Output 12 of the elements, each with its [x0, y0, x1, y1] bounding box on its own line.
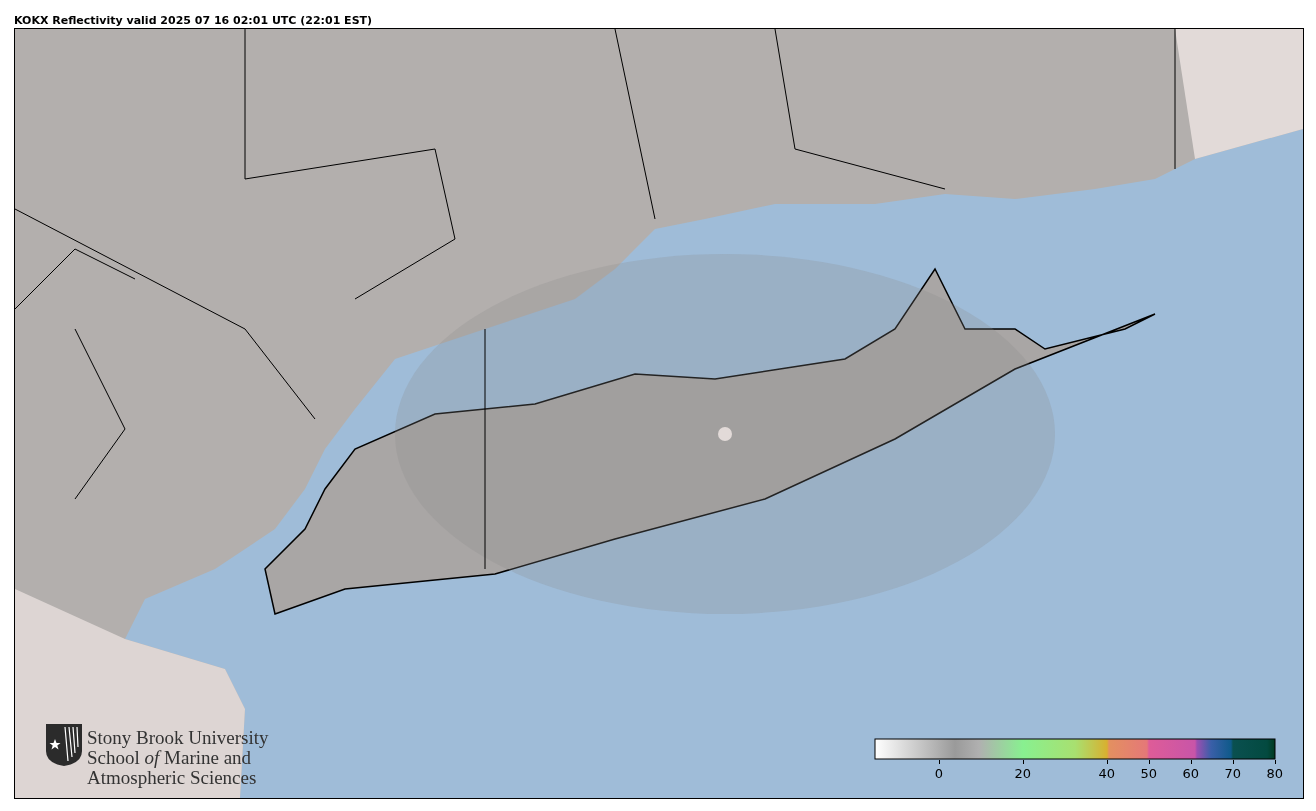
logo-text: School of Marine and [87, 748, 252, 768]
logo-text: Stony Brook University [87, 728, 269, 748]
logo-text: Atmospheric Sciences [87, 768, 258, 788]
map-title: KOKX Reflectivity valid 2025 07 16 02:01 UTC (22:01 EST) [14, 14, 373, 27]
tick-label: 20 [1014, 766, 1032, 781]
tick-label: 40 [1098, 766, 1116, 781]
tick-label: 60 [1182, 766, 1200, 781]
tick-label: 80 [1266, 766, 1284, 781]
tick-label: 0 [934, 766, 943, 781]
tick-label: 50 [1140, 766, 1158, 781]
tick-label: 70 [1224, 766, 1242, 781]
shield-star-icon [45, 723, 83, 767]
